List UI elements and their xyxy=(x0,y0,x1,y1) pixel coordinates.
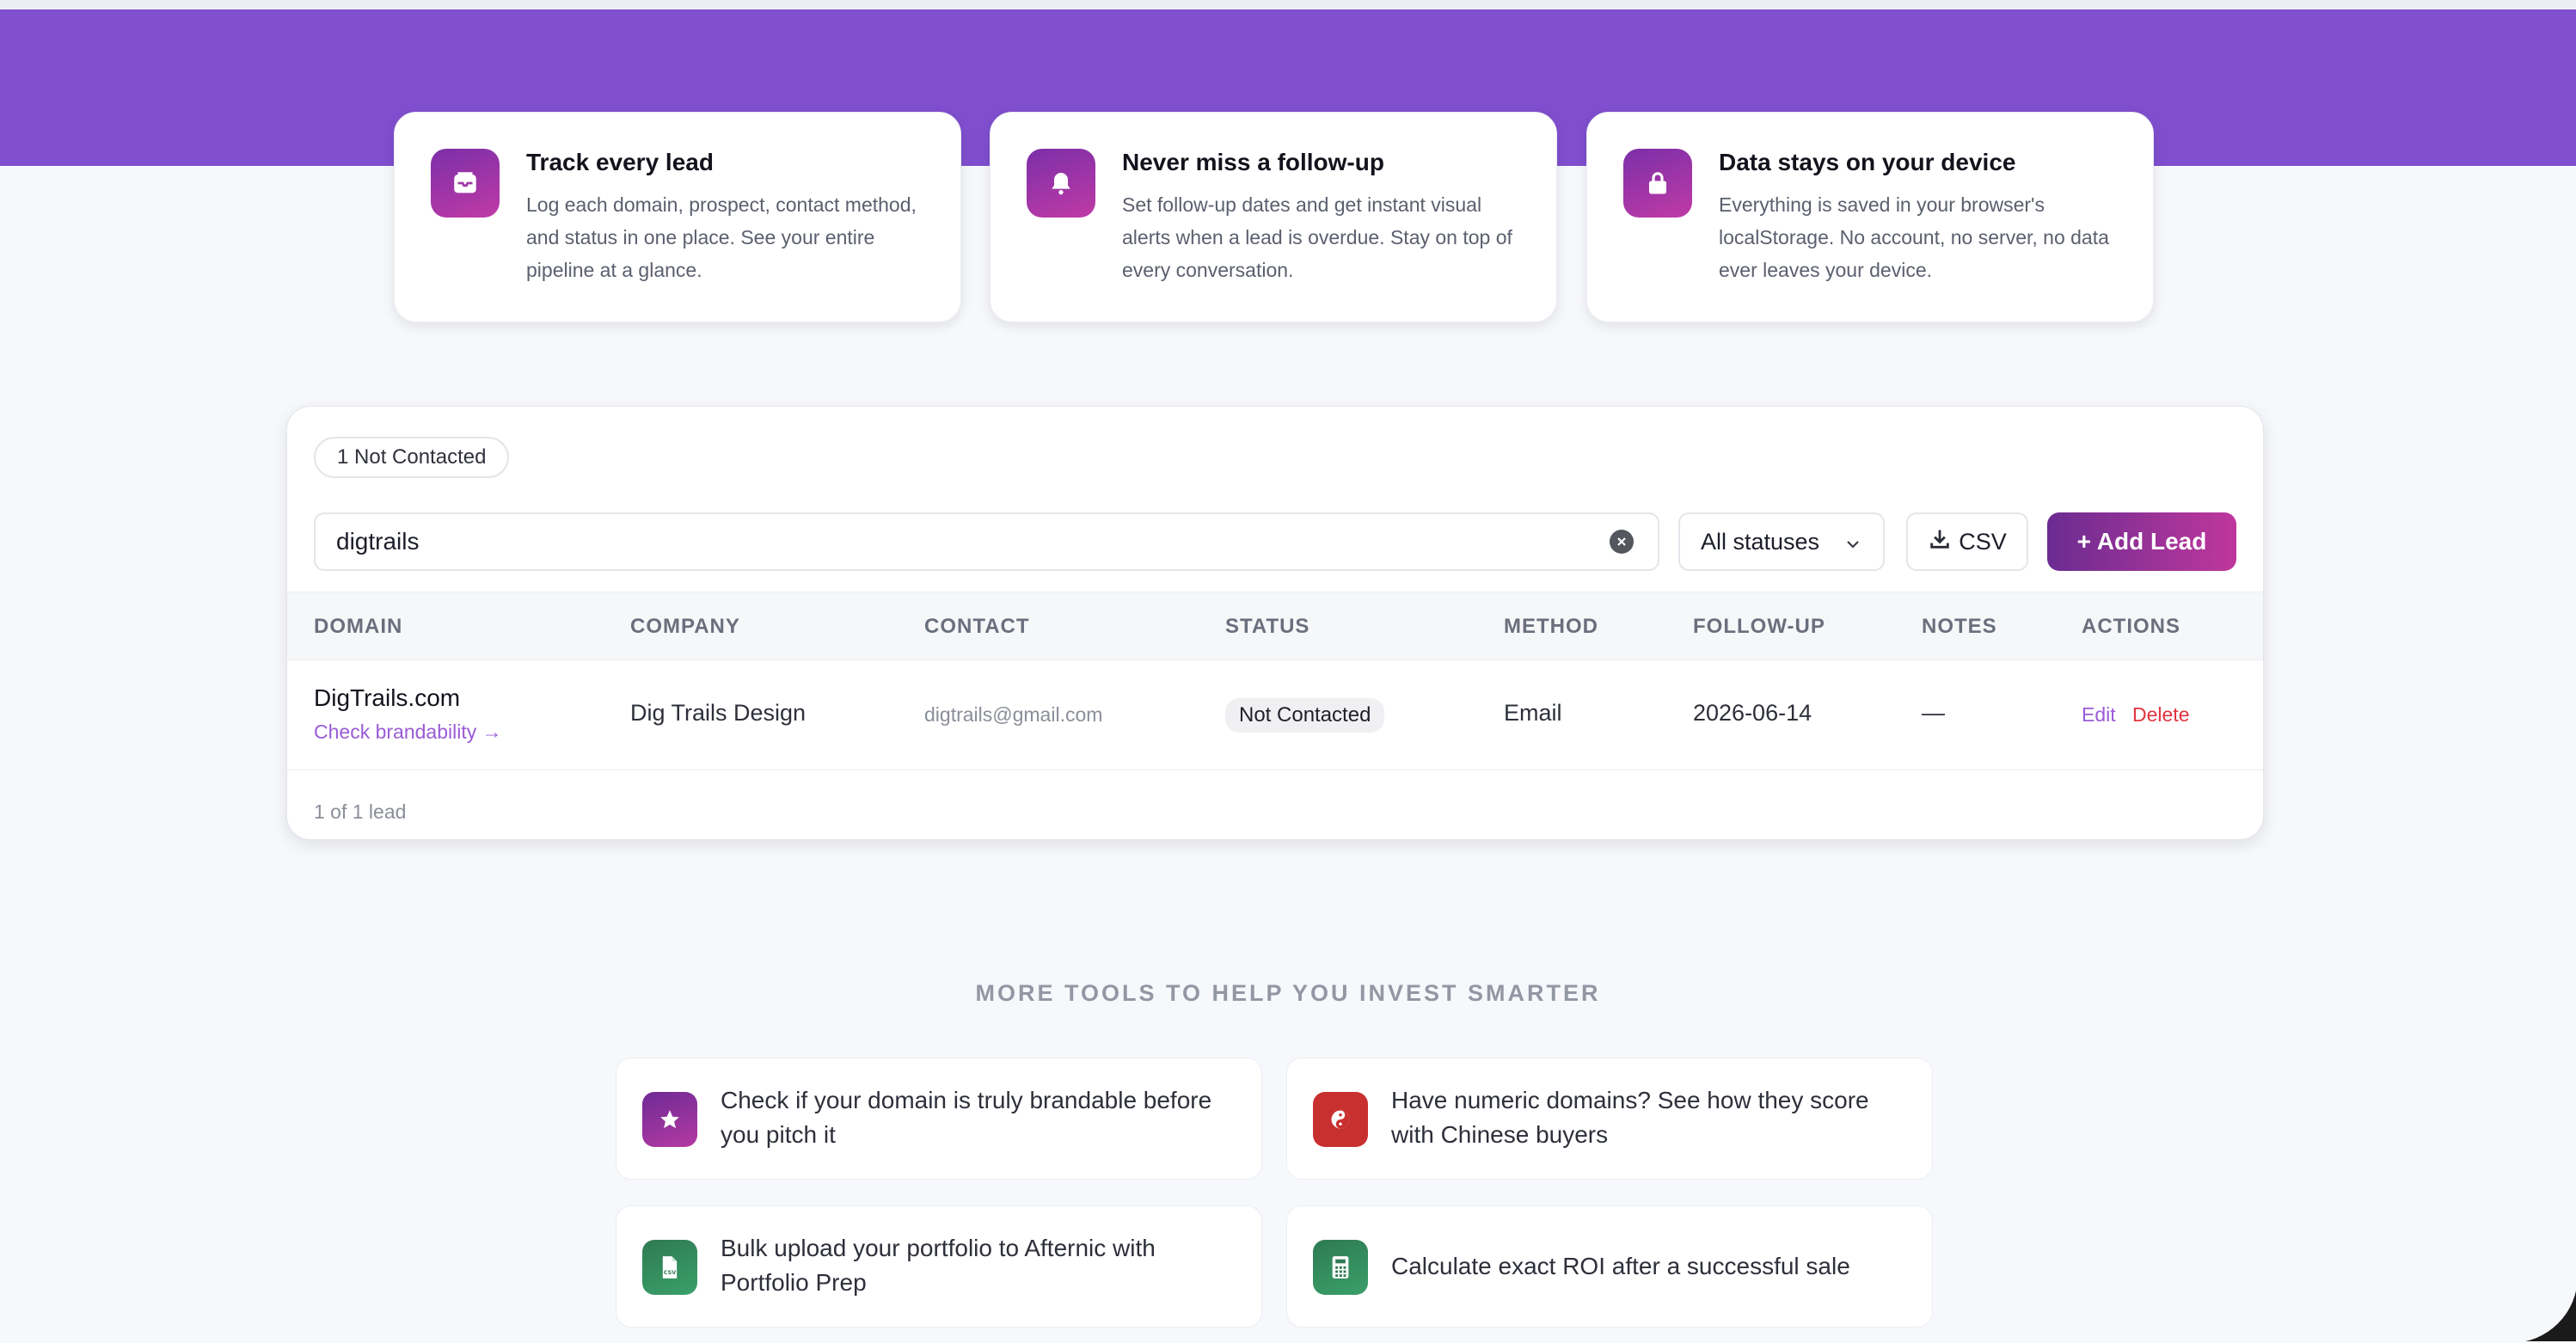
tool-card-portfolio-prep[interactable]: CSV Bulk upload your portfolio to Aftern… xyxy=(616,1205,1262,1328)
inbox-icon xyxy=(431,149,500,218)
feature-card-followup: Never miss a follow-up Set follow-up dat… xyxy=(990,112,1557,322)
window-corner xyxy=(2505,1271,2576,1343)
lead-domain: DigTrails.com xyxy=(314,684,461,711)
feature-title: Never miss a follow-up xyxy=(1122,149,1384,175)
lead-method: Email xyxy=(1504,700,1562,726)
status-badge: Not Contacted xyxy=(1225,698,1385,733)
export-csv-label: CSV xyxy=(1959,528,2007,555)
download-icon xyxy=(1928,527,1952,557)
add-lead-button[interactable]: + Add Lead xyxy=(2047,512,2236,571)
feature-description: Log each domain, prospect, contact metho… xyxy=(526,193,917,281)
status-filter-value: All statuses xyxy=(1701,528,1820,555)
svg-text:CSV: CSV xyxy=(664,1269,676,1276)
feature-card-track: Track every lead Log each domain, prospe… xyxy=(394,112,961,322)
feature-description: Everything is saved in your browser's lo… xyxy=(1719,193,2109,281)
table-row: DigTrails.com Check brandability → Dig T… xyxy=(287,660,2263,770)
edit-lead-link[interactable]: Edit xyxy=(2082,703,2116,727)
bell-icon xyxy=(1027,149,1095,218)
col-domain: DOMAIN xyxy=(314,615,403,638)
clear-search-icon[interactable] xyxy=(1610,530,1634,554)
lead-contact: digtrails@gmail.com xyxy=(924,703,1103,726)
leads-panel: 1 Not Contacted All statuses CSV + Add L… xyxy=(286,406,2264,840)
tool-card-text: Bulk upload your portfolio to Afternic w… xyxy=(721,1235,1156,1296)
lead-company: Dig Trails Design xyxy=(630,700,807,726)
lead-followup: 2026-06-14 xyxy=(1693,700,1812,726)
table-header: DOMAIN COMPANY CONTACT STATUS METHOD FOL… xyxy=(287,592,2263,660)
yin-yang-icon xyxy=(1313,1092,1368,1147)
col-company: COMPANY xyxy=(630,615,740,638)
col-notes: NOTES xyxy=(1922,615,1997,638)
tool-card-text: Have numeric domains? See how they score… xyxy=(1391,1087,1869,1148)
tool-card-brandability[interactable]: Check if your domain is truly brandable … xyxy=(616,1058,1262,1180)
check-brandability-link[interactable]: Check brandability → xyxy=(314,721,502,744)
csv-file-icon: CSV xyxy=(642,1240,697,1295)
chevron-down-icon xyxy=(1843,533,1862,560)
col-contact: CONTACT xyxy=(924,615,1030,638)
top-edge xyxy=(0,0,2576,9)
col-followup: FOLLOW-UP xyxy=(1693,615,1825,638)
table-footer-count: 1 of 1 lead xyxy=(314,800,407,823)
col-status: STATUS xyxy=(1225,615,1310,638)
delete-lead-link[interactable]: Delete xyxy=(2132,703,2189,727)
col-actions: ACTIONS xyxy=(2082,615,2180,638)
feature-title: Track every lead xyxy=(526,149,714,175)
feature-card-privacy: Data stays on your device Everything is … xyxy=(1586,112,2154,322)
lock-icon xyxy=(1623,149,1692,218)
status-summary-pill[interactable]: 1 Not Contacted xyxy=(314,437,510,478)
tool-card-text: Check if your domain is truly brandable … xyxy=(721,1087,1212,1148)
feature-description: Set follow-up dates and get instant visu… xyxy=(1122,193,1512,281)
calculator-icon xyxy=(1313,1240,1368,1295)
feature-title: Data stays on your device xyxy=(1719,149,2016,175)
more-tools-heading: MORE TOOLS TO HELP YOU INVEST SMARTER xyxy=(975,980,1601,1006)
star-icon xyxy=(642,1092,697,1147)
search-input[interactable] xyxy=(314,512,1659,571)
export-csv-button[interactable]: CSV xyxy=(1906,512,2028,571)
status-filter-select[interactable]: All statuses xyxy=(1678,512,1885,571)
lead-notes: — xyxy=(1922,700,1945,726)
tool-card-text: Calculate exact ROI after a successful s… xyxy=(1391,1253,1850,1279)
tool-card-roi-calculator[interactable]: Calculate exact ROI after a successful s… xyxy=(1286,1205,1933,1328)
tool-card-chinese-buyers[interactable]: Have numeric domains? See how they score… xyxy=(1286,1058,1933,1180)
col-method: METHOD xyxy=(1504,615,1598,638)
